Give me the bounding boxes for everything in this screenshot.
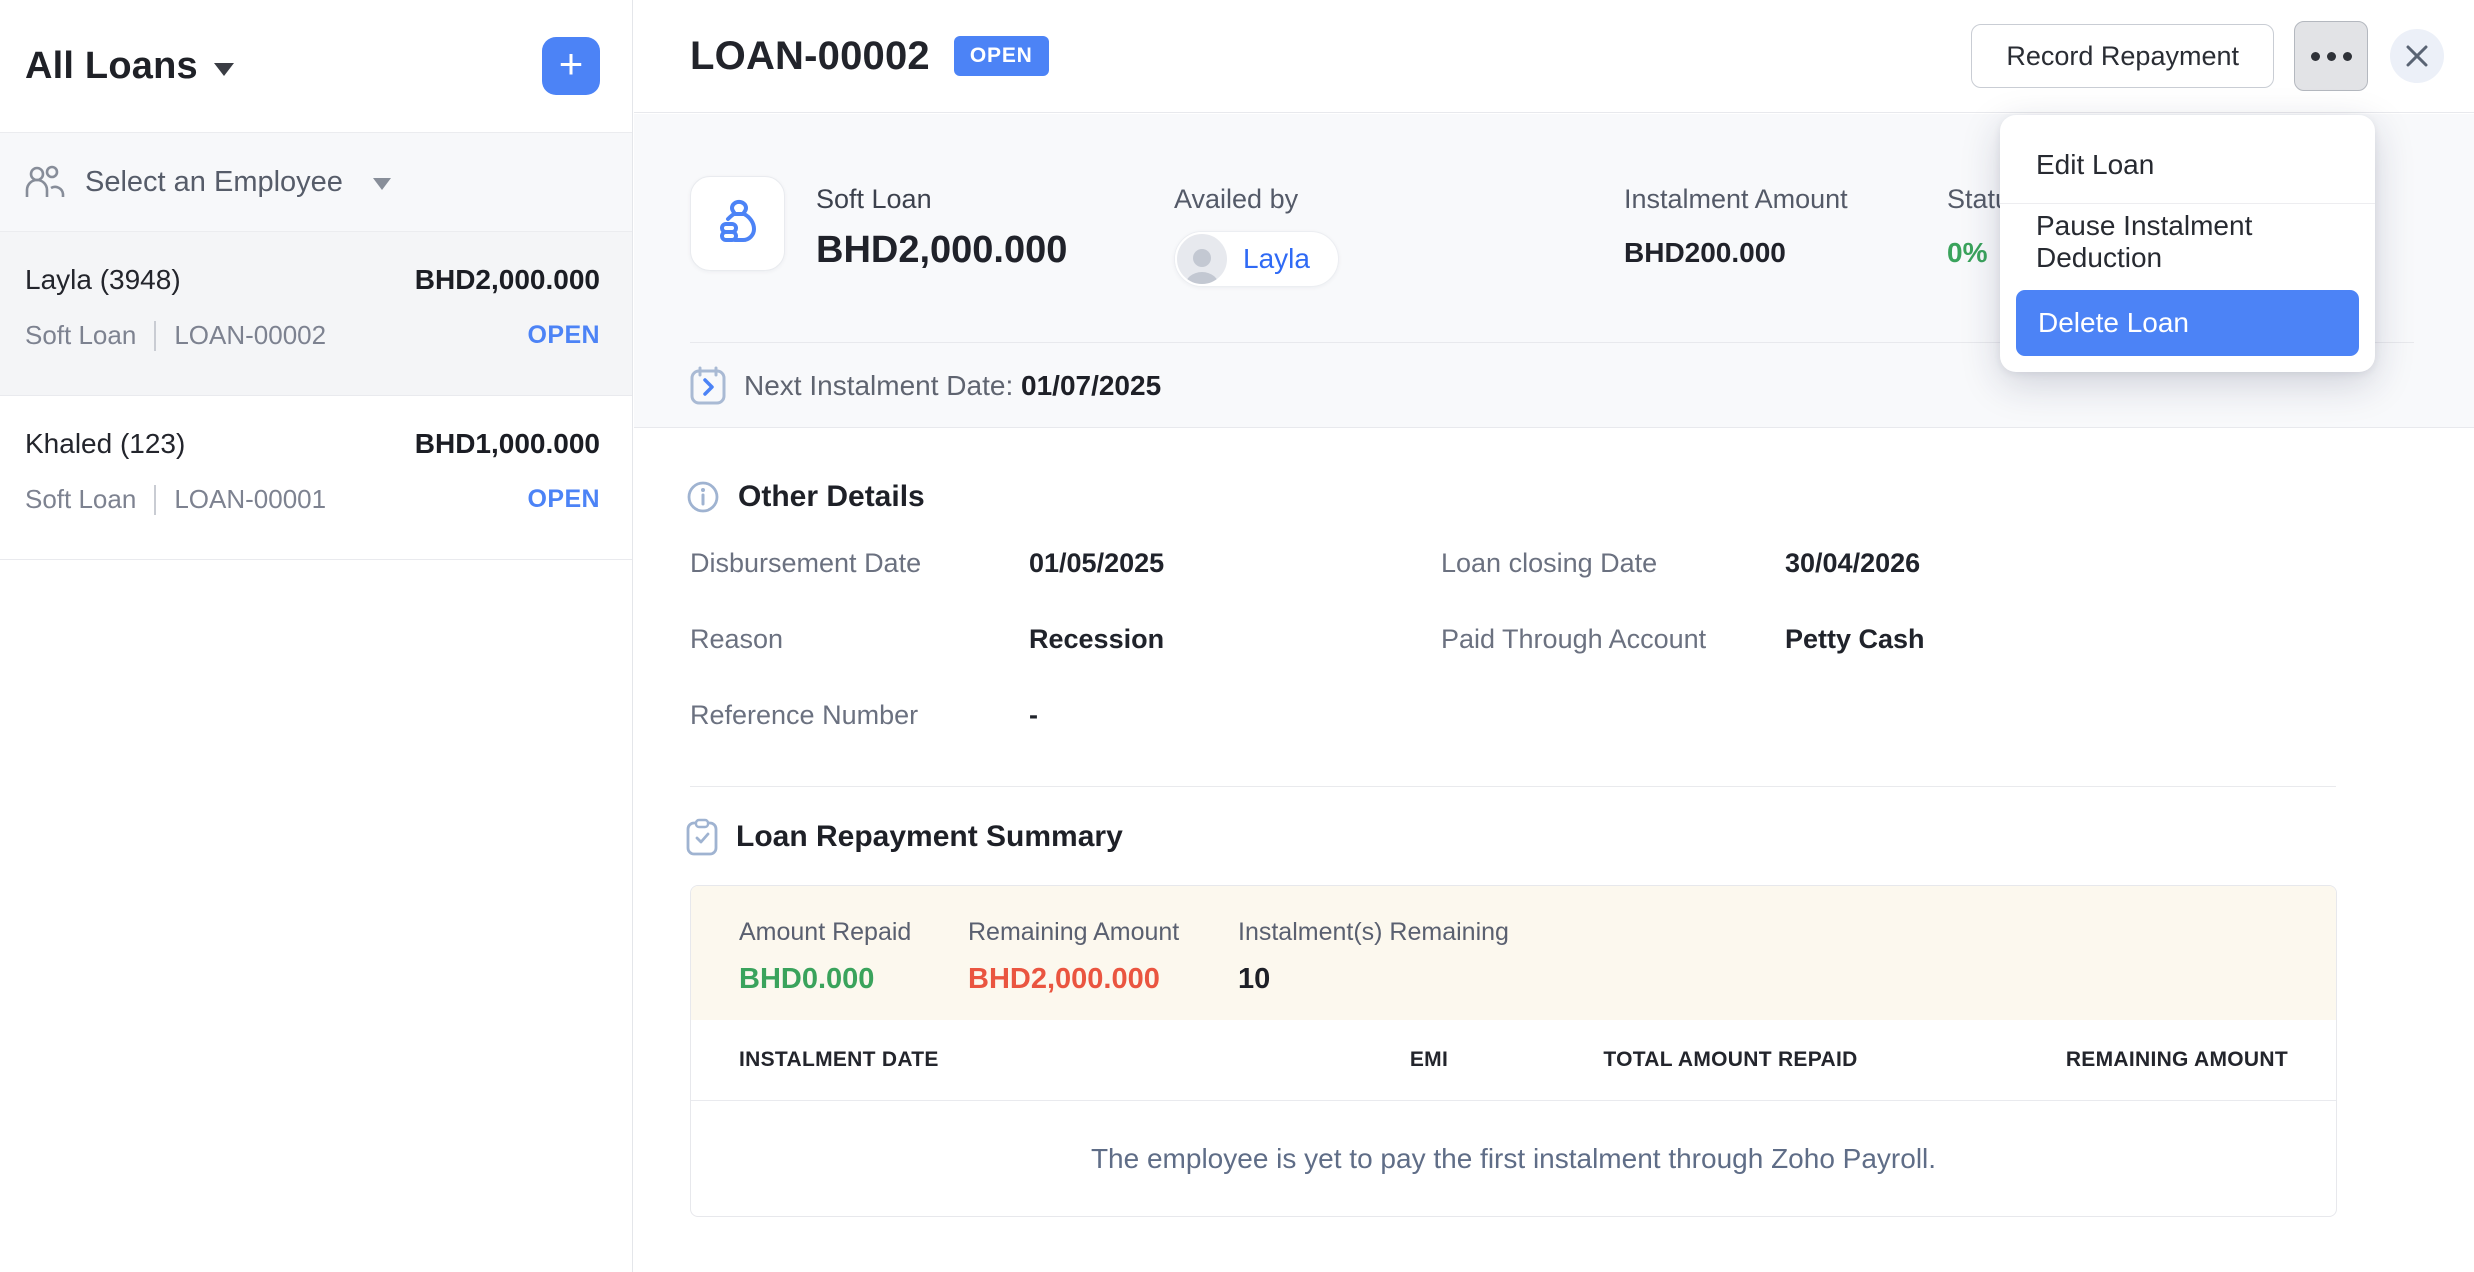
add-loan-button[interactable]: + — [542, 37, 600, 95]
info-icon — [686, 480, 720, 514]
page-title: LOAN-00002 — [690, 34, 930, 79]
instalment-amount-value: BHD200.000 — [1624, 237, 1848, 269]
detail-value: 30/04/2026 — [1785, 548, 1920, 579]
repayment-summary-heading: Loan Repayment Summary — [686, 818, 1123, 856]
divider — [154, 485, 156, 515]
repayment-summary-card: Amount Repaid BHD0.000 Remaining Amount … — [690, 885, 2337, 1217]
loan-list-item-selected[interactable]: Layla (3948) BHD2,000.000 Soft Loan LOAN… — [0, 232, 632, 396]
instalment-amount-field: Instalment Amount BHD200.000 — [1624, 184, 1848, 269]
detail-label: Reason — [690, 624, 783, 655]
repayment-table-empty-state: The employee is yet to pay the first ins… — [691, 1101, 2336, 1216]
loan-list-item[interactable]: Khaled (123) BHD1,000.000 Soft Loan LOAN… — [0, 396, 632, 560]
loans-page: All Loans + Select an Employee Layla (39… — [0, 0, 2474, 1272]
next-instalment-row: Next Instalment Date: 01/07/2025 — [690, 366, 1161, 406]
chevron-down-icon — [373, 178, 391, 190]
loan-employee-name: Layla (3948) — [25, 264, 181, 296]
close-icon — [2404, 43, 2430, 69]
sidebar-title: All Loans — [25, 45, 198, 88]
loan-meta: Soft Loan LOAN-00001 — [25, 484, 326, 515]
amount-repaid-field: Amount Repaid BHD0.000 — [739, 918, 911, 996]
loan-status-badge: OPEN — [528, 321, 600, 350]
loan-detail-header: LOAN-00002 OPEN Record Repayment — [634, 0, 2474, 113]
detail-value: Petty Cash — [1785, 624, 1925, 655]
repayment-table-header: INSTALMENT DATE EMI TOTAL AMOUNT REPAID … — [691, 1020, 2336, 1101]
clipboard-check-icon — [686, 818, 718, 856]
instalments-remaining-value: 10 — [1238, 963, 1509, 996]
loan-icon-tile — [690, 176, 785, 271]
avatar — [1175, 232, 1229, 286]
instalments-remaining-field: Instalment(s) Remaining 10 — [1238, 918, 1509, 996]
menu-item-edit-loan[interactable]: Edit Loan — [2000, 127, 2375, 203]
divider — [154, 321, 156, 351]
loan-meta: Soft Loan LOAN-00002 — [25, 320, 326, 351]
loan-amount: BHD2,000.000 — [415, 264, 600, 296]
amount-repaid-value: BHD0.000 — [739, 963, 911, 996]
loan-type-label: Soft Loan — [816, 184, 1067, 215]
column-header: EMI — [1298, 1048, 1448, 1072]
column-header: INSTALMENT DATE — [739, 1048, 1298, 1072]
loan-employee-name: Khaled (123) — [25, 428, 185, 460]
loans-sidebar: All Loans + Select an Employee Layla (39… — [0, 0, 633, 1272]
close-button[interactable] — [2390, 29, 2444, 83]
record-repayment-button[interactable]: Record Repayment — [1971, 24, 2274, 88]
more-options-menu: Edit Loan Pause Instalment Deduction Del… — [2000, 115, 2375, 372]
loan-type-field: Soft Loan BHD2,000.000 — [816, 184, 1067, 272]
remaining-amount-field: Remaining Amount BHD2,000.000 — [968, 918, 1179, 996]
divider — [690, 786, 2336, 787]
empty-state-message: The employee is yet to pay the first ins… — [1091, 1143, 1936, 1175]
column-header: TOTAL AMOUNT REPAID — [1448, 1048, 1857, 1072]
employee-link[interactable]: Layla — [1243, 243, 1310, 275]
calendar-next-icon — [690, 366, 726, 406]
sidebar-header: All Loans + — [0, 0, 632, 133]
other-details-heading: Other Details — [686, 480, 925, 514]
availed-by-field: Availed by Layla — [1174, 184, 1339, 289]
detail-label: Disbursement Date — [690, 548, 921, 579]
detail-value: 01/05/2025 — [1029, 548, 1164, 579]
detail-label: Paid Through Account — [1441, 624, 1706, 655]
detail-label: Loan closing Date — [1441, 548, 1657, 579]
employee-filter-label: Select an Employee — [85, 166, 343, 199]
money-bag-icon — [711, 197, 765, 251]
dots-icon — [2311, 52, 2320, 61]
repayment-totals-strip: Amount Repaid BHD0.000 Remaining Amount … — [691, 886, 2336, 1020]
detail-value: - — [1029, 700, 1038, 731]
remaining-amount-value: BHD2,000.000 — [968, 963, 1179, 996]
column-header: REMAINING AMOUNT — [1858, 1048, 2288, 1072]
employee-filter[interactable]: Select an Employee — [0, 133, 632, 232]
loans-filter-dropdown[interactable]: All Loans — [25, 45, 234, 88]
loan-total-amount: BHD2,000.000 — [816, 229, 1067, 272]
plus-icon: + — [559, 43, 584, 85]
menu-item-pause-instalment-deduction[interactable]: Pause Instalment Deduction — [2000, 204, 2375, 280]
next-instalment-text: Next Instalment Date: 01/07/2025 — [744, 370, 1161, 402]
detail-value: Recession — [1029, 624, 1164, 655]
employee-chip[interactable]: Layla — [1174, 231, 1339, 287]
loan-amount: BHD1,000.000 — [415, 428, 600, 460]
loan-status-badge: OPEN — [528, 485, 600, 514]
more-options-button[interactable] — [2294, 21, 2368, 91]
status-badge: OPEN — [954, 36, 1049, 76]
menu-item-delete-loan[interactable]: Delete Loan — [2016, 290, 2359, 356]
detail-label: Reference Number — [690, 700, 918, 731]
people-icon — [25, 165, 65, 199]
chevron-down-icon — [214, 63, 234, 76]
next-instalment-date: 01/07/2025 — [1021, 370, 1161, 401]
